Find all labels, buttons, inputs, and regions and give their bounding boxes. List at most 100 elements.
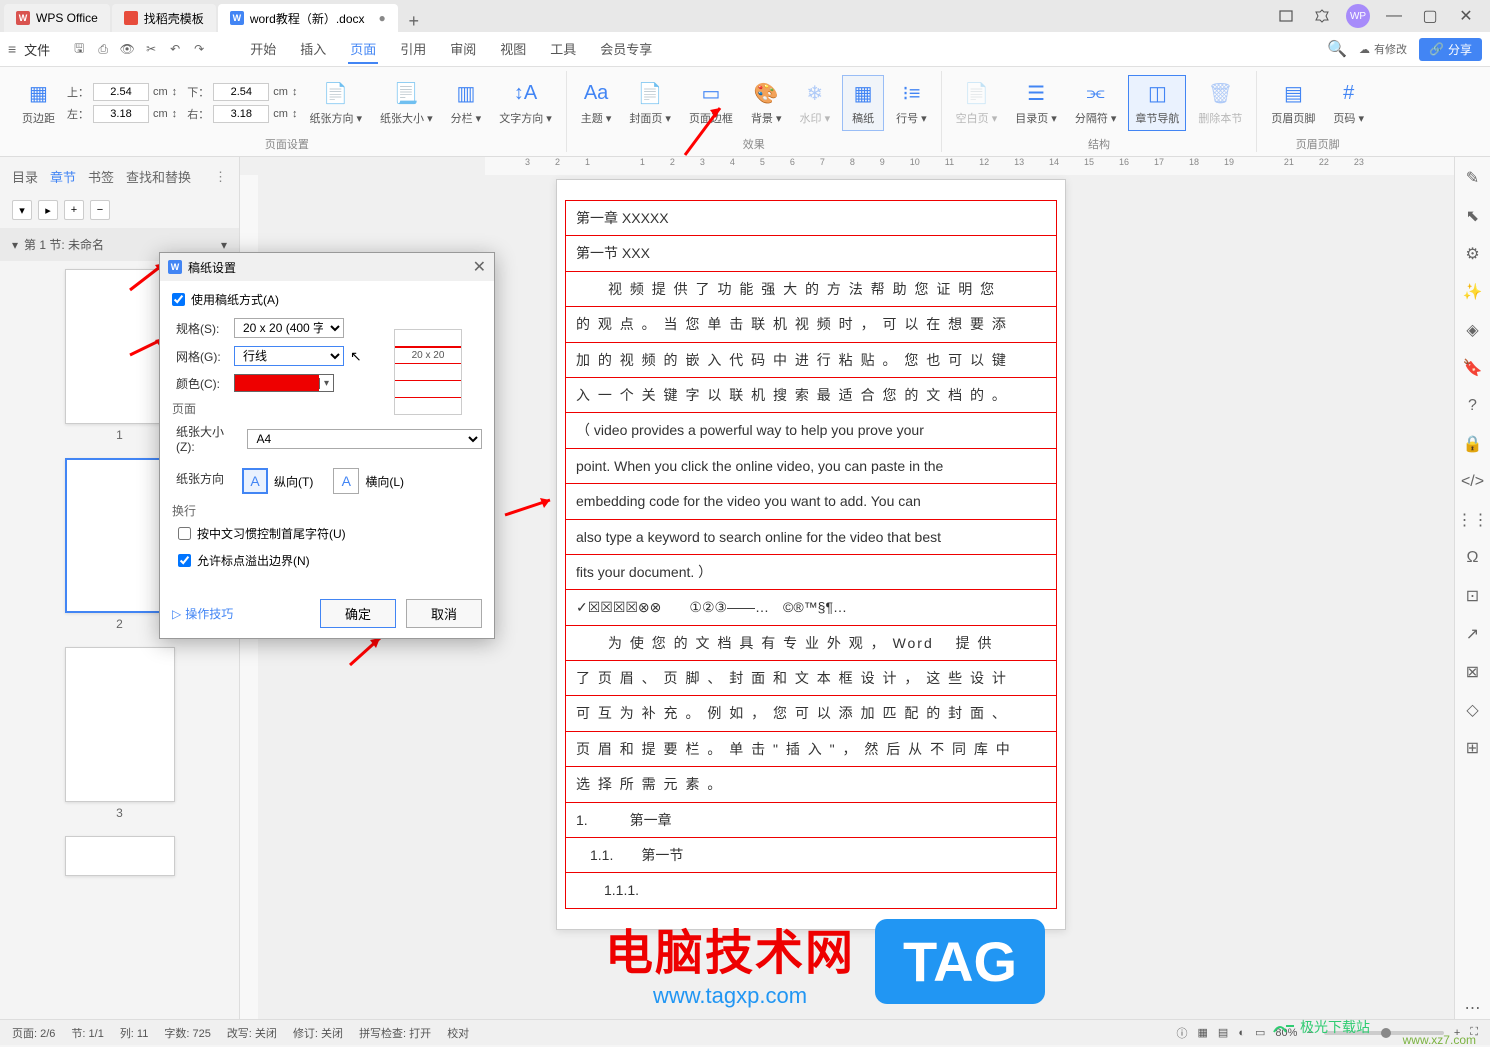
portrait-button[interactable]: A 纵向(T) [242, 468, 313, 494]
paper-size-button[interactable]: 📃纸张大小 ▾ [374, 76, 439, 130]
code-icon[interactable]: </> [1462, 471, 1484, 493]
cjk-rule-checkbox[interactable] [178, 527, 191, 540]
thumbnail-4[interactable] [0, 836, 239, 876]
ribbon-tab-view[interactable]: 视图 [498, 35, 528, 64]
collapse-button[interactable]: ▾ [12, 200, 32, 220]
modify-badge[interactable]: ☁ 有修改 [1359, 41, 1407, 57]
omega-icon[interactable]: Ω [1462, 547, 1484, 569]
page-number-button[interactable]: #页码 ▾ [1327, 76, 1370, 130]
more-icon[interactable]: ⋯ [1462, 997, 1484, 1019]
left-tab-bookmark[interactable]: 书签 [88, 167, 114, 186]
tab-templates[interactable]: 找稻壳模板 [112, 4, 216, 32]
ribbon-tab-insert[interactable]: 插入 [298, 35, 328, 64]
preview-icon[interactable]: 👁 [118, 40, 136, 58]
blank-page-button[interactable]: 📄空白页 ▾ [950, 76, 1004, 130]
settings-icon[interactable] [1310, 4, 1334, 28]
left-tab-chapter[interactable]: 章节 [50, 167, 76, 186]
left-tab-find[interactable]: 查找和替换 [126, 167, 191, 186]
add-section-button[interactable]: + [64, 200, 84, 220]
text-direction-button[interactable]: ↕A文字方向 ▾ [493, 76, 558, 130]
list-icon[interactable]: ⋮⋮ [1462, 509, 1484, 531]
status-rewrite[interactable]: 改写: 关闭 [227, 1025, 277, 1041]
add-tab-button[interactable]: + [400, 11, 428, 32]
status-column[interactable]: 列: 11 [120, 1025, 149, 1041]
ribbon-tab-tools[interactable]: 工具 [548, 35, 578, 64]
paper-direction-button[interactable]: 📄纸张方向 ▾ [303, 76, 368, 130]
help-icon[interactable]: ? [1462, 395, 1484, 417]
page-margin-button[interactable]: ▦ 页边距 [16, 76, 61, 130]
index-page-button[interactable]: ☰目录页 ▾ [1009, 76, 1063, 130]
ok-button[interactable]: 确定 [320, 599, 396, 628]
status-proof[interactable]: 校对 [447, 1025, 469, 1041]
ribbon-tab-start[interactable]: 开始 [248, 35, 278, 64]
status-spellcheck[interactable]: 拼写检查: 打开 [359, 1025, 431, 1041]
tool-icon[interactable]: ◇ [1462, 699, 1484, 721]
tips-link[interactable]: ▷ 操作技巧 [172, 605, 233, 622]
status-section[interactable]: 节: 1/1 [71, 1025, 103, 1041]
minimize-button[interactable]: — [1382, 4, 1406, 28]
cover-button[interactable]: 📄封面页 ▾ [623, 76, 677, 130]
tab-document[interactable]: W word教程（新）.docx ● [218, 4, 398, 32]
cancel-button[interactable]: 取消 [406, 599, 482, 628]
document-page[interactable]: 第一章 XXXXX 第一节 XXX 视 频 提 供 了 功 能 强 大 的 方 … [556, 179, 1066, 930]
chapter-nav-button[interactable]: ◫章节导航 [1128, 75, 1186, 131]
line-number-button[interactable]: ⁝≡行号 ▾ [890, 76, 933, 130]
save-icon[interactable]: 🖫 [70, 40, 88, 58]
expand-button[interactable]: ▸ [38, 200, 58, 220]
dialog-close-button[interactable]: ✕ [473, 257, 486, 277]
tool-icon[interactable]: ◈ [1462, 319, 1484, 341]
export-icon[interactable]: ↗ [1462, 623, 1484, 645]
dialog-titlebar[interactable]: W 稿纸设置 ✕ [160, 253, 494, 281]
thumbnail-3[interactable]: 3 [0, 647, 239, 820]
tab-wps-office[interactable]: W WPS Office [4, 4, 110, 32]
separator-button[interactable]: ⫘分隔符 ▾ [1069, 76, 1123, 130]
landscape-button[interactable]: A 横向(L) [333, 468, 404, 494]
hamburger-icon[interactable]: ≡ [8, 41, 16, 57]
cut-icon[interactable]: ✂ [142, 40, 160, 58]
user-avatar[interactable]: WP [1346, 4, 1370, 28]
close-panel-icon[interactable]: ⊠ [1462, 661, 1484, 683]
margin-right-input[interactable] [213, 105, 269, 123]
remove-section-button[interactable]: − [90, 200, 110, 220]
left-tab-toc[interactable]: 目录 [12, 167, 38, 186]
file-menu[interactable]: 文件 [24, 40, 50, 59]
margin-left-input[interactable] [93, 105, 149, 123]
share-button[interactable]: 🔗 分享 [1419, 38, 1482, 61]
status-revision[interactable]: 修订: 关闭 [293, 1025, 343, 1041]
panel-overflow-icon[interactable]: ⋮ [214, 169, 227, 185]
grid-select[interactable]: 行线 [234, 346, 344, 366]
view-mode-icon[interactable]: ▤ [1218, 1026, 1228, 1039]
paper-size-select[interactable]: A4 [247, 429, 482, 449]
view-mode-icon[interactable]: ▭ [1255, 1026, 1265, 1039]
spec-select[interactable]: 20 x 20 (400 字) [234, 318, 344, 338]
ribbon-tab-reference[interactable]: 引用 [398, 35, 428, 64]
margin-top-input[interactable] [93, 83, 149, 101]
punct-overflow-checkbox[interactable] [178, 554, 191, 567]
print-icon[interactable]: ⎙ [94, 40, 112, 58]
horizontal-ruler[interactable]: 32112345678910111213141516171819212223 [485, 157, 1454, 175]
search-icon[interactable]: 🔍 [1327, 39, 1347, 59]
screenshot-icon[interactable] [1274, 4, 1298, 28]
view-mode-icon[interactable]: ◐ [1238, 1027, 1245, 1039]
settings-icon[interactable]: ⚙ [1462, 243, 1484, 265]
gaozhi-button[interactable]: ▦稿纸 [842, 75, 884, 131]
ribbon-tab-member[interactable]: 会员专享 [598, 35, 654, 64]
bookmark-icon[interactable]: 🔖 [1462, 357, 1484, 379]
status-page[interactable]: 页面: 2/6 [12, 1025, 55, 1041]
ribbon-tab-review[interactable]: 审阅 [448, 35, 478, 64]
close-button[interactable]: ✕ [1454, 4, 1478, 28]
tool-icon[interactable]: ⊡ [1462, 585, 1484, 607]
background-button[interactable]: 🎨背景 ▾ [745, 76, 788, 130]
color-picker[interactable]: ▾ [234, 374, 334, 392]
columns-button[interactable]: ▥分栏 ▾ [445, 76, 488, 130]
ribbon-tab-page[interactable]: 页面 [348, 35, 378, 64]
undo-icon[interactable]: ↶ [166, 40, 184, 58]
delete-section-button[interactable]: 🗑删除本节 [1192, 76, 1248, 130]
pointer-icon[interactable]: ⬉ [1462, 205, 1484, 227]
lock-icon[interactable]: 🔒 [1462, 433, 1484, 455]
margin-bottom-input[interactable] [213, 83, 269, 101]
header-footer-button[interactable]: ▤页眉页脚 [1265, 76, 1321, 130]
ai-icon[interactable]: ✨ [1462, 281, 1484, 303]
status-word-count[interactable]: 字数: 725 [164, 1025, 210, 1041]
view-mode-icon[interactable]: ▦ [1198, 1026, 1208, 1039]
